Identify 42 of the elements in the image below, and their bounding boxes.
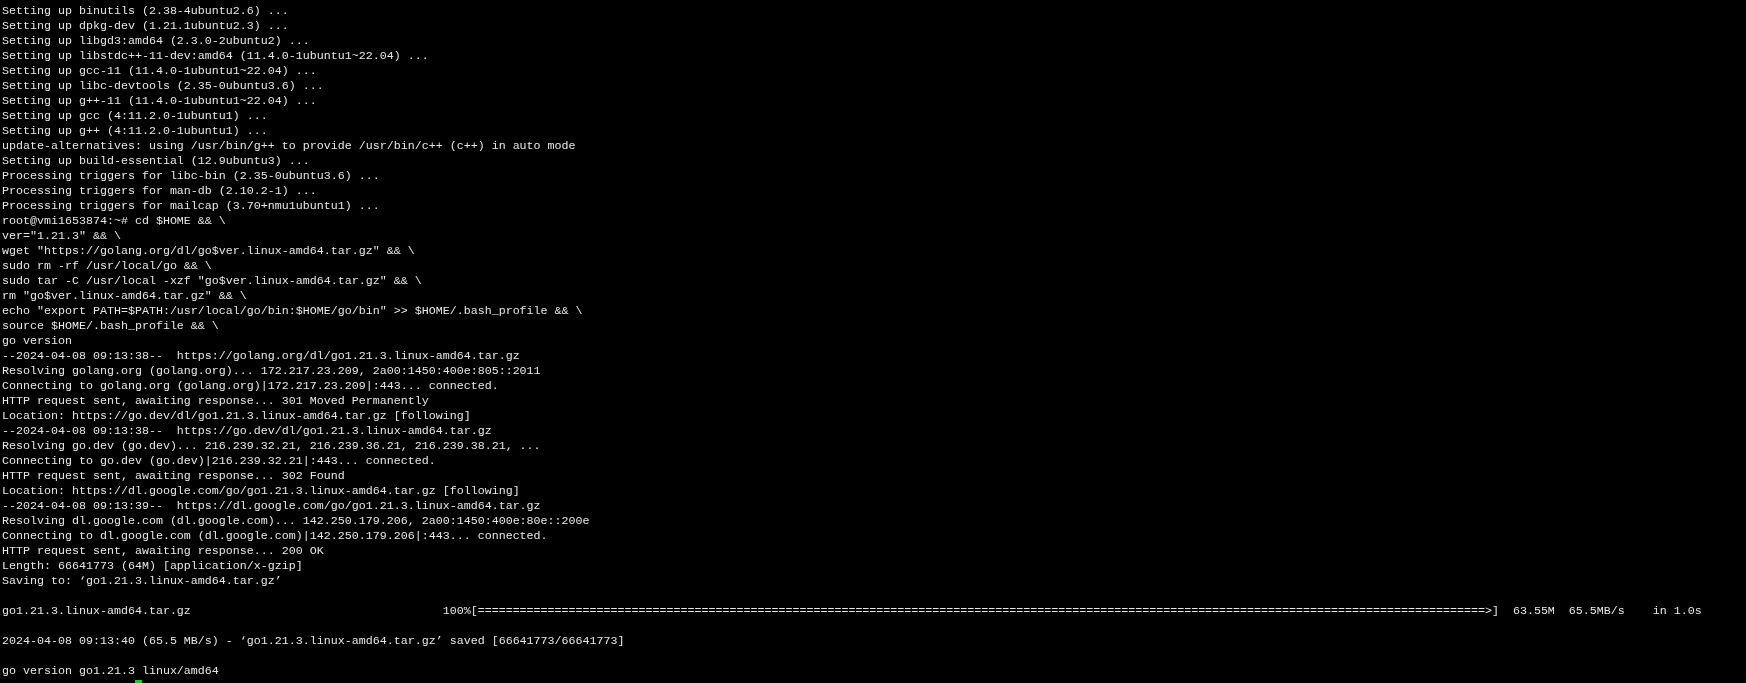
terminal-line: rm "go$ver.linux-amd64.tar.gz" && \ (2, 289, 247, 304)
terminal-line: Setting up g++ (4:11.2.0-1ubuntu1) ... (2, 124, 268, 139)
terminal-line: Connecting to golang.org (golang.org)|172.217.23.209|:443... connected. (2, 379, 499, 394)
terminal-line: Saving to: ‘go1.21.3.linux-amd64.tar.gz’ (2, 574, 282, 589)
terminal-line: Setting up binutils (2.38-4ubuntu2.6) ... (2, 4, 289, 19)
terminal-line: go version (2, 334, 72, 349)
terminal-line: --2024-04-08 09:13:38-- https://golang.org/dl/go1.21.3.linux-amd64.tar.gz (2, 349, 520, 364)
terminal-line: Processing triggers for libc-bin (2.35-0ubuntu3.6) ... (2, 169, 380, 184)
terminal-line: HTTP request sent, awaiting response... 301 Moved Permanently (2, 394, 429, 409)
terminal-line: sudo rm -rf /usr/local/go && \ (2, 259, 212, 274)
terminal-line: Setting up g++-11 (11.4.0-1ubuntu1~22.04) ... (2, 94, 317, 109)
terminal-line: Processing triggers for mailcap (3.70+nmu1ubuntu1) ... (2, 199, 380, 214)
terminal-line: Setting up gcc-11 (11.4.0-1ubuntu1~22.04) ... (2, 64, 317, 79)
terminal-line: sudo tar -C /usr/local -xzf "go$ver.linux-amd64.tar.gz" && \ (2, 274, 422, 289)
terminal-line: Processing triggers for man-db (2.10.2-1) ... (2, 184, 317, 199)
terminal-line: go1.21.3.linux-amd64.tar.gz 100%[================================================================================================================================================>] 63.55M 65.5MB/s in 1.0s (2, 604, 1702, 619)
terminal-line: Length: 66641773 (64M) [application/x-gzip] (2, 559, 303, 574)
terminal-line: Connecting to go.dev (go.dev)|216.239.32.21|:443... connected. (2, 454, 436, 469)
terminal-line: HTTP request sent, awaiting response... 200 OK (2, 544, 324, 559)
terminal-line: Setting up gcc (4:11.2.0-1ubuntu1) ... (2, 109, 268, 124)
terminal-line: Setting up dpkg-dev (1.21.1ubuntu2.3) ... (2, 19, 289, 34)
terminal-line: update-alternatives: using /usr/bin/g++ to provide /usr/bin/c++ (c++) in auto mode (2, 139, 576, 154)
terminal-line: source $HOME/.bash_profile && \ (2, 319, 219, 334)
terminal-line: Resolving dl.google.com (dl.google.com)... 142.250.179.206, 2a00:1450:400e:80e::200e (2, 514, 590, 529)
terminal-line: Location: https://go.dev/dl/go1.21.3.linux-amd64.tar.gz [following] (2, 409, 471, 424)
terminal-line: --2024-04-08 09:13:38-- https://go.dev/dl/go1.21.3.linux-amd64.tar.gz (2, 424, 492, 439)
terminal-line: Resolving go.dev (go.dev)... 216.239.32.21, 216.239.36.21, 216.239.38.21, ... (2, 439, 541, 454)
terminal-line: HTTP request sent, awaiting response... 302 Found (2, 469, 345, 484)
terminal-line: 2024-04-08 09:13:40 (65.5 MB/s) - ‘go1.21.3.linux-amd64.tar.gz’ saved [66641773/66641773] (2, 634, 625, 649)
terminal-line: --2024-04-08 09:13:39-- https://dl.google.com/go/go1.21.3.linux-amd64.tar.gz (2, 499, 541, 514)
terminal-line: Setting up libgd3:amd64 (2.3.0-2ubuntu2) ... (2, 34, 310, 49)
terminal-line: echo "export PATH=$PATH:/usr/local/go/bin:$HOME/go/bin" >> $HOME/.bash_profile && \ (2, 304, 583, 319)
terminal-line: Connecting to dl.google.com (dl.google.com)|142.250.179.206|:443... connected. (2, 529, 548, 544)
terminal-line: Location: https://dl.google.com/go/go1.21.3.linux-amd64.tar.gz [following] (2, 484, 520, 499)
terminal-line: go version go1.21.3 linux/amd64 (2, 664, 219, 679)
terminal-line: Setting up libstdc++-11-dev:amd64 (11.4.0-1ubuntu1~22.04) ... (2, 49, 429, 64)
terminal-line: Setting up libc-devtools (2.35-0ubuntu3.6) ... (2, 79, 324, 94)
terminal-line: root@vmi1653874:~# cd $HOME && \ (2, 214, 226, 229)
terminal-line: Setting up build-essential (12.9ubuntu3) ... (2, 154, 310, 169)
terminal-line: wget "https://golang.org/dl/go$ver.linux-amd64.tar.gz" && \ (2, 244, 415, 259)
terminal-line: ver="1.21.3" && \ (2, 229, 121, 244)
terminal-line: Resolving golang.org (golang.org)... 172.217.23.209, 2a00:1450:400e:805::2011 (2, 364, 541, 379)
